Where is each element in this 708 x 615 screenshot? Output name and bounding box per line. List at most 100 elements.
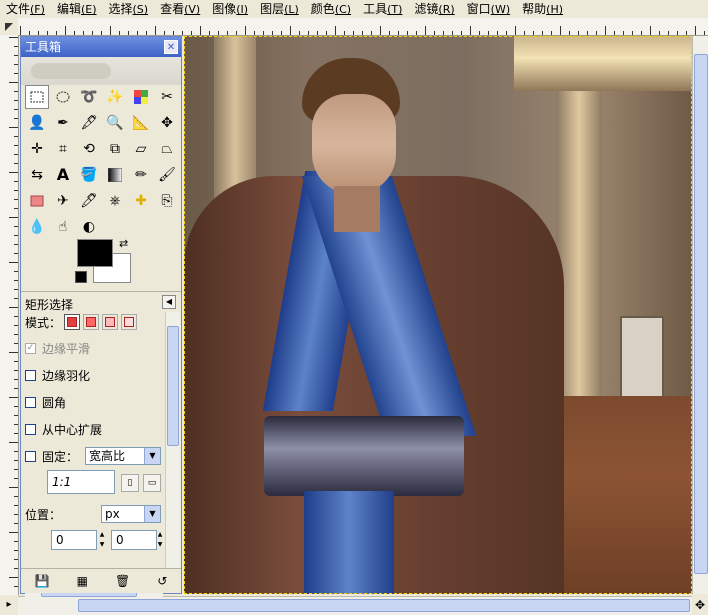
tool-options-vertical-scroll-thumb[interactable] bbox=[167, 326, 179, 446]
magic-wand-icon[interactable]: ✨ bbox=[103, 85, 127, 109]
text-icon[interactable]: A bbox=[51, 163, 75, 187]
reset-options-icon[interactable]: ↺ bbox=[157, 574, 167, 588]
menu-view[interactable]: 查看(V) bbox=[154, 0, 206, 18]
menu-edit[interactable]: 编辑(E) bbox=[51, 0, 103, 18]
clone-icon[interactable]: ⎈ bbox=[103, 189, 127, 213]
position-y-spinner[interactable]: ▲ ▼ bbox=[155, 530, 165, 550]
paintbrush-icon[interactable]: 🖌 bbox=[155, 163, 179, 187]
foreground-color-swatch[interactable] bbox=[77, 239, 113, 267]
tool-options-menu-icon[interactable]: ◀ bbox=[162, 295, 176, 309]
expand-center-checkbox[interactable] bbox=[25, 423, 36, 435]
scissors-icon[interactable]: ✂ bbox=[155, 85, 179, 109]
canvas-horizontal-scroll-thumb[interactable] bbox=[78, 599, 690, 612]
close-icon[interactable]: ✕ bbox=[164, 40, 178, 54]
restore-options-icon[interactable]: ▦ bbox=[77, 574, 88, 588]
heal-icon[interactable]: ✚ bbox=[129, 189, 153, 213]
image-canvas[interactable] bbox=[184, 36, 692, 594]
paths-icon[interactable]: ✒ bbox=[51, 111, 75, 135]
fixed-checkbox[interactable] bbox=[25, 450, 36, 462]
menu-mnemonic: (W) bbox=[490, 3, 511, 16]
position-x-field[interactable]: 0 bbox=[51, 530, 97, 550]
ruler-tick bbox=[155, 26, 156, 35]
pencil-icon[interactable]: ✏ bbox=[129, 163, 153, 187]
ruler-corner[interactable] bbox=[0, 18, 19, 36]
rect-select-icon[interactable] bbox=[25, 85, 49, 109]
canvas-vertical-scroll-thumb[interactable] bbox=[694, 54, 708, 574]
blend-icon[interactable] bbox=[103, 163, 127, 187]
perspective-icon[interactable]: ⏢ bbox=[155, 137, 179, 161]
horizontal-ruler[interactable] bbox=[18, 18, 708, 36]
delete-options-icon[interactable]: 🗑 bbox=[115, 574, 130, 588]
bucket-fill-icon[interactable]: 🪣 bbox=[77, 163, 101, 187]
measure-icon[interactable]: 📐 bbox=[129, 111, 153, 135]
menu-layer[interactable]: 图层(L) bbox=[254, 0, 305, 18]
navigate-icon[interactable]: ✥ bbox=[692, 596, 708, 614]
landscape-icon[interactable]: ▭ bbox=[143, 474, 161, 492]
menu-colors[interactable]: 颜色(C) bbox=[305, 0, 357, 18]
menu-tools[interactable]: 工具(T) bbox=[357, 0, 408, 18]
blur-icon[interactable]: 💧 bbox=[25, 215, 49, 239]
ratio-entry[interactable]: 1:1 bbox=[47, 470, 115, 494]
ruler-tick bbox=[14, 469, 18, 470]
zoom-icon[interactable]: 🔍 bbox=[103, 111, 127, 135]
ruler-tick bbox=[14, 451, 18, 452]
ruler-tick bbox=[551, 31, 552, 35]
feather-checkbox[interactable] bbox=[25, 369, 36, 381]
menu-windows[interactable]: 窗口(W) bbox=[461, 0, 516, 18]
eraser-icon[interactable] bbox=[25, 189, 49, 213]
airbrush-icon[interactable]: ✈ bbox=[51, 189, 75, 213]
menu-image[interactable]: 图像(I) bbox=[206, 0, 254, 18]
canvas-horizontal-scrollbar[interactable] bbox=[18, 596, 692, 615]
antialias-row: ✓ 边缘平滑 bbox=[25, 338, 90, 358]
select-by-color-icon[interactable] bbox=[129, 85, 153, 109]
rotate-icon[interactable]: ⟲ bbox=[77, 137, 101, 161]
ruler-tick bbox=[317, 31, 318, 35]
rounded-corners-checkbox[interactable] bbox=[25, 396, 36, 408]
fixed-mode-select[interactable]: 宽高比 ▼ bbox=[85, 447, 161, 465]
ruler-tick bbox=[254, 31, 255, 35]
vertical-ruler[interactable] bbox=[0, 35, 19, 595]
menu-mnemonic: (T) bbox=[387, 3, 403, 16]
unit-select[interactable]: px ▼ bbox=[101, 505, 161, 523]
ruler-tick bbox=[488, 31, 489, 35]
ink-icon[interactable]: 🖊 bbox=[77, 189, 101, 213]
position-x-spinner[interactable]: ▲ ▼ bbox=[97, 530, 107, 550]
default-colors-icon[interactable] bbox=[75, 271, 87, 283]
menu-filters[interactable]: 滤镜(R) bbox=[408, 0, 460, 18]
menu-label: 查看 bbox=[160, 2, 185, 16]
move-icon[interactable]: ✥ bbox=[155, 111, 179, 135]
ruler-tick bbox=[14, 73, 18, 74]
antialias-checkbox[interactable]: ✓ bbox=[25, 342, 36, 354]
color-picker-icon[interactable]: 🖋 bbox=[77, 111, 101, 135]
portrait-icon[interactable]: ▯ bbox=[121, 474, 139, 492]
crop-icon[interactable]: ⌗ bbox=[51, 137, 75, 161]
mode-add-button[interactable] bbox=[83, 314, 100, 330]
zoom-fit-icon[interactable]: ▸ bbox=[0, 596, 18, 614]
mode-label: 模式： bbox=[25, 315, 62, 330]
align-icon[interactable]: ✛ bbox=[25, 137, 49, 161]
menu-help[interactable]: 帮助(H) bbox=[516, 0, 569, 18]
scale-icon[interactable]: ⧉ bbox=[103, 137, 127, 161]
foreground-select-icon[interactable]: 👤 bbox=[25, 111, 49, 135]
flip-icon[interactable]: ⇆ bbox=[25, 163, 49, 187]
ruler-tick bbox=[272, 31, 273, 35]
mode-intersect-button[interactable] bbox=[121, 314, 138, 330]
smudge-icon[interactable]: ☝ bbox=[51, 215, 75, 239]
dodge-burn-icon[interactable]: ◐ bbox=[77, 215, 101, 239]
shear-icon[interactable]: ▱ bbox=[129, 137, 153, 161]
canvas-vertical-scrollbar[interactable] bbox=[692, 36, 708, 594]
menu-select[interactable]: 选择(S) bbox=[103, 0, 155, 18]
ruler-tick bbox=[14, 145, 18, 146]
toolbox-titlebar[interactable]: 工具箱 ✕ bbox=[21, 37, 181, 57]
mode-subtract-button[interactable] bbox=[102, 314, 119, 330]
menu-mnemonic: (E) bbox=[80, 3, 97, 16]
perspective-clone-icon[interactable]: ⎘ bbox=[155, 189, 179, 213]
save-options-icon[interactable]: 💾 bbox=[35, 574, 50, 588]
position-y-field[interactable]: 0 bbox=[111, 530, 157, 550]
mode-replace-button[interactable] bbox=[64, 314, 81, 330]
menu-file[interactable]: 文件(F) bbox=[0, 0, 51, 18]
lasso-icon[interactable]: ➰ bbox=[77, 85, 101, 109]
tool-options-vertical-scrollbar[interactable] bbox=[165, 312, 180, 582]
ellipse-select-icon[interactable] bbox=[51, 85, 75, 109]
swap-colors-icon[interactable]: ⇄ bbox=[119, 237, 128, 250]
